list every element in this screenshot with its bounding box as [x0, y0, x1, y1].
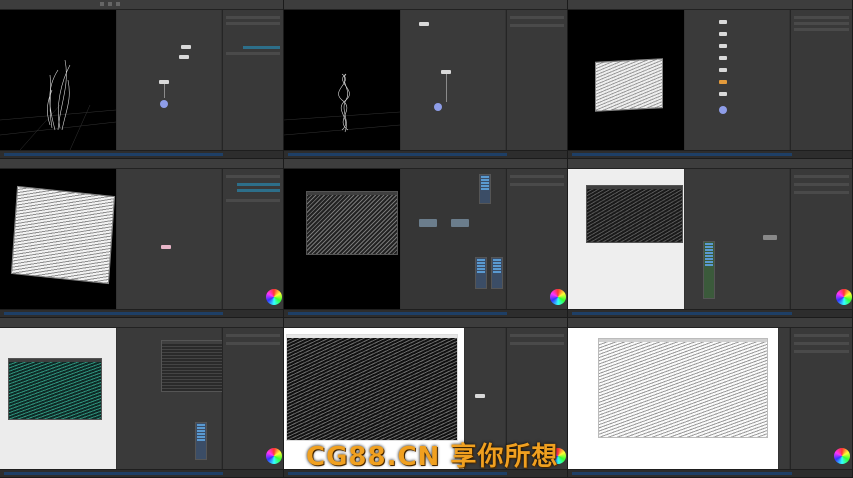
menu-bar[interactable] [568, 318, 852, 328]
timeline[interactable] [0, 150, 283, 158]
wave-plane-geometry [10, 185, 116, 285]
color-wheel-icon[interactable] [836, 289, 852, 305]
menu-bar[interactable] [284, 159, 567, 169]
parameter-panel[interactable] [222, 169, 283, 309]
toolbar-icon[interactable] [108, 2, 112, 6]
3d-viewport[interactable] [0, 10, 117, 151]
node-icon[interactable] [181, 45, 191, 49]
menu-bar[interactable] [284, 318, 567, 328]
output-node-icon[interactable] [160, 100, 168, 108]
node-icon[interactable] [179, 55, 189, 59]
app-window-3 [568, 0, 853, 159]
timeline[interactable] [568, 469, 852, 477]
parameter-panel[interactable] [506, 169, 567, 309]
parameter-panel[interactable] [790, 169, 852, 309]
node-icon[interactable] [719, 56, 727, 60]
timeline[interactable] [568, 309, 852, 317]
attribute-list[interactable] [491, 257, 503, 289]
toolbar-icon[interactable] [100, 2, 104, 6]
color-wheel-icon[interactable] [266, 289, 282, 305]
node-icon[interactable] [451, 219, 469, 227]
menu-bar[interactable] [0, 318, 283, 328]
toolbar-icon[interactable] [116, 2, 120, 6]
app-window-2 [284, 0, 568, 159]
3d-viewport[interactable] [568, 169, 684, 309]
node-icon[interactable] [719, 68, 727, 72]
menu-bar[interactable] [568, 0, 852, 10]
node-icon[interactable] [719, 44, 727, 48]
wave-plane-geometry [595, 58, 663, 112]
twisted-spiral-geometry [284, 73, 401, 136]
node-icon[interactable] [763, 235, 777, 240]
render-preview[interactable] [286, 334, 458, 441]
display-node-icon[interactable] [719, 80, 727, 84]
menu-bar[interactable] [284, 0, 567, 10]
node-network[interactable] [685, 10, 789, 150]
attribute-list[interactable] [475, 257, 487, 289]
3d-viewport[interactable] [284, 10, 401, 150]
menu-bar[interactable] [0, 159, 283, 169]
tutorial-collage-grid [0, 0, 853, 478]
node-icon[interactable] [161, 245, 171, 249]
node-network[interactable] [401, 10, 505, 150]
app-window-4 [0, 159, 284, 318]
wispy-curves-geometry [0, 59, 117, 151]
image-preview-window[interactable] [8, 358, 102, 420]
app-window-1 [0, 0, 284, 159]
attribute-list[interactable] [195, 422, 207, 460]
3d-viewport[interactable] [568, 10, 684, 150]
node-network[interactable] [117, 328, 245, 469]
3d-viewport[interactable] [0, 169, 116, 309]
timeline[interactable] [568, 150, 852, 158]
watermark-text: CG88.CN 享你所想 [306, 442, 559, 472]
parameter-panel[interactable] [506, 10, 567, 150]
timeline[interactable] [284, 150, 567, 158]
node-icon[interactable] [419, 219, 437, 227]
node-network[interactable] [401, 169, 505, 309]
attribute-list[interactable] [703, 241, 715, 299]
node-icon[interactable] [719, 20, 727, 24]
color-wheel-icon[interactable] [550, 289, 566, 305]
timeline[interactable] [0, 309, 283, 317]
menu-bar[interactable] [0, 0, 283, 10]
node-icon[interactable] [419, 22, 429, 26]
output-node-icon[interactable] [434, 103, 442, 111]
output-node-icon[interactable] [719, 106, 727, 114]
render-preview[interactable] [598, 338, 768, 438]
menu-bar[interactable] [568, 159, 852, 169]
parameter-panel[interactable] [222, 10, 283, 150]
node-network[interactable] [117, 169, 221, 309]
app-window-7 [0, 318, 284, 478]
3d-viewport[interactable] [568, 328, 778, 469]
timeline[interactable] [284, 309, 567, 317]
app-window-9 [568, 318, 853, 478]
color-wheel-icon[interactable] [834, 448, 850, 464]
node-icon[interactable] [475, 394, 485, 398]
app-window-6 [568, 159, 853, 318]
attribute-list[interactable] [479, 174, 491, 204]
node-network[interactable] [117, 10, 221, 150]
3d-viewport[interactable] [284, 169, 400, 309]
app-window-5 [284, 159, 568, 318]
timeline[interactable] [0, 469, 283, 477]
color-wheel-icon[interactable] [266, 448, 282, 464]
parameter-panel[interactable] [790, 10, 852, 150]
node-icon[interactable] [719, 32, 727, 36]
image-preview-window[interactable] [306, 191, 398, 255]
node-network[interactable] [685, 169, 789, 309]
3d-viewport[interactable] [0, 328, 116, 469]
node-icon[interactable] [719, 92, 727, 96]
node-network[interactable] [779, 328, 789, 469]
image-preview-window[interactable] [586, 185, 683, 243]
